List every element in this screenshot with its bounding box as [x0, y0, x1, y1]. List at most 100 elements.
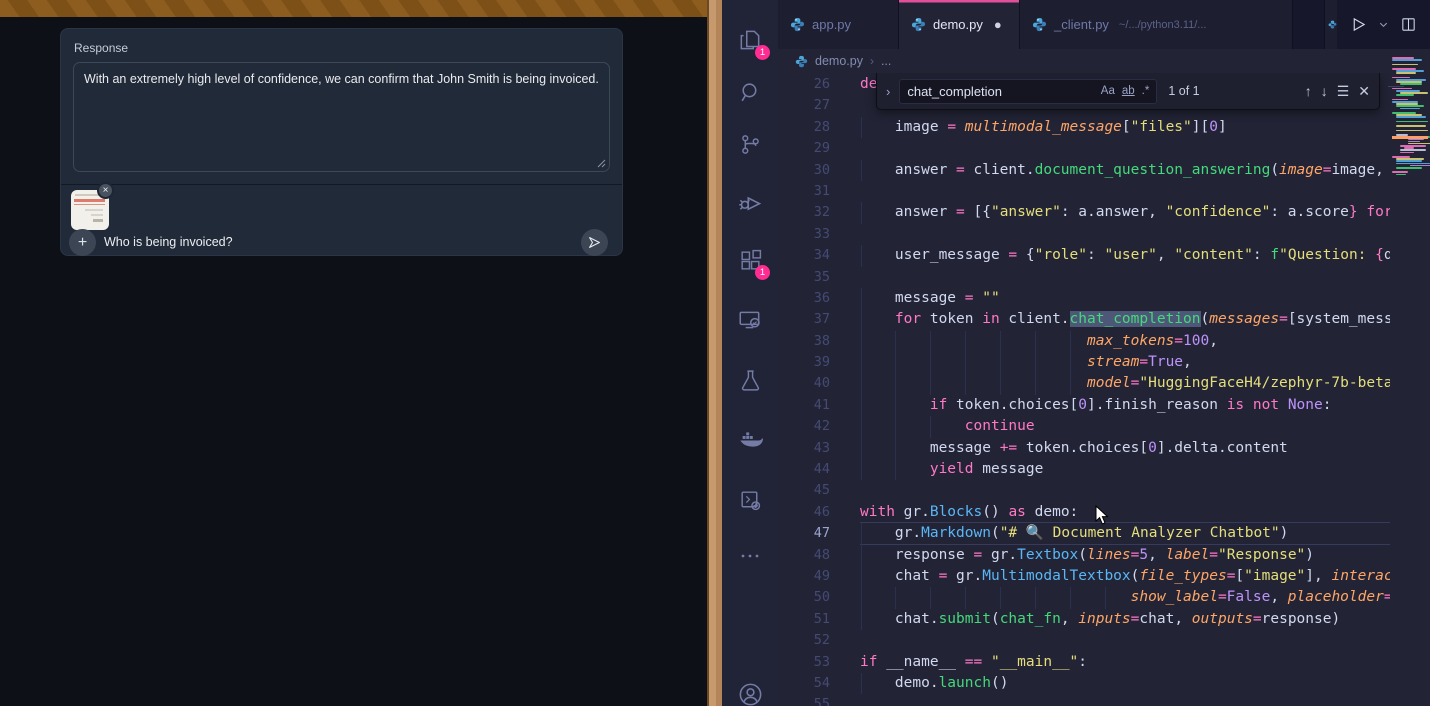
toggle-replace-chevron-icon[interactable]: ›	[886, 84, 890, 99]
code-line[interactable]: for token in client.chat_completion(mess…	[860, 309, 1390, 330]
more-views-icon[interactable]	[722, 530, 778, 582]
docker-icon[interactable]	[722, 414, 778, 466]
account-icon[interactable]	[722, 668, 778, 706]
code-line[interactable]: demo.launch()	[860, 673, 1390, 694]
line-number: 49	[778, 566, 860, 587]
resize-handle-icon[interactable]	[597, 159, 606, 168]
multimodal-input-row: × + Who is being invoiced?	[61, 185, 622, 261]
line-number: 41	[778, 395, 860, 416]
line-number: 36	[778, 288, 860, 309]
code-line[interactable]: user_message = {"role": "user", "content…	[860, 245, 1390, 266]
breadcrumb-file[interactable]: demo.py	[815, 54, 863, 68]
line-number: 31	[778, 181, 860, 202]
run-button[interactable]	[1350, 16, 1367, 33]
code-line[interactable]: max_tokens=100,	[860, 331, 1390, 352]
code-line[interactable]	[860, 630, 1390, 651]
response-textarea[interactable]: With an extremely high level of confiden…	[73, 62, 610, 172]
python-file-icon	[795, 55, 808, 68]
line-number: 46	[778, 502, 860, 523]
line-number: 40	[778, 373, 860, 394]
code-line[interactable]	[860, 694, 1390, 706]
code-line[interactable]: image = multimodal_message["files"][0]	[860, 117, 1390, 138]
breadcrumb-symbol[interactable]: ...	[881, 54, 891, 68]
code-line[interactable]: message = ""	[860, 288, 1390, 309]
line-number: 43	[778, 438, 860, 459]
line-number: 39	[778, 352, 860, 373]
send-button[interactable]	[581, 229, 608, 256]
extensions-icon[interactable]: 1	[722, 234, 778, 286]
line-number: 45	[778, 480, 860, 501]
testing-icon[interactable]	[722, 354, 778, 406]
code-line[interactable]: chat = gr.MultimodalTextbox(file_types=[…	[860, 566, 1390, 587]
tab-demo-py[interactable]: demo.py ●	[899, 0, 1020, 49]
close-icon: ×	[103, 185, 109, 196]
line-number: 28	[778, 117, 860, 138]
minimap-match-marker	[1392, 136, 1428, 139]
tab-overflow-sliver[interactable]	[1324, 0, 1337, 49]
code-line[interactable]: response = gr.Textbox(lines=5, label="Re…	[860, 545, 1390, 566]
dirty-indicator[interactable]: ●	[994, 17, 1002, 32]
code-line[interactable]	[860, 267, 1390, 288]
explorer-badge: 1	[755, 45, 770, 60]
breadcrumb[interactable]: demo.py › ...	[778, 49, 1430, 73]
response-text: With an extremely high level of confiden…	[84, 72, 599, 86]
minimap[interactable]	[1392, 57, 1430, 187]
find-input[interactable]: chat_completion Aa ab .*	[899, 79, 1157, 104]
split-editor-button[interactable]	[1400, 16, 1417, 33]
code-editor[interactable]: 2627282930313233343536373839404142434445…	[778, 73, 1430, 706]
code-area[interactable]: def chat_fn(multimodal_message): image =…	[860, 74, 1390, 706]
code-line[interactable]	[860, 480, 1390, 501]
search-icon[interactable]	[722, 66, 778, 118]
match-case-toggle[interactable]: Aa	[1101, 85, 1115, 97]
remote-explorer-icon[interactable]	[722, 294, 778, 346]
code-line[interactable]: model="HuggingFaceH4/zephyr-7b-beta"):	[860, 373, 1390, 394]
line-number: 30	[778, 160, 860, 181]
tab-description: ~/.../python3.11/...	[1119, 19, 1207, 31]
find-query[interactable]: chat_completion	[907, 84, 1093, 99]
tab-label: app.py	[812, 17, 851, 32]
find-in-selection-button[interactable]: ☰	[1337, 83, 1350, 100]
editor-group: app.py demo.py ● _client.py ~/.../python…	[778, 0, 1430, 706]
code-line[interactable]	[860, 181, 1390, 202]
python-file-icon	[911, 17, 926, 32]
regex-toggle[interactable]: .*	[1142, 85, 1150, 97]
line-number: 26	[778, 74, 860, 95]
explorer-icon[interactable]: 1	[722, 14, 778, 66]
code-line[interactable]	[860, 138, 1390, 159]
attach-file-button[interactable]: +	[69, 229, 96, 256]
line-number: 33	[778, 224, 860, 245]
next-match-button[interactable]: ↓	[1321, 83, 1328, 99]
run-debug-icon[interactable]	[722, 176, 778, 228]
tab-app-py[interactable]: app.py	[778, 0, 899, 49]
line-number: 47	[778, 523, 860, 544]
chat-input[interactable]: Who is being invoiced?	[104, 235, 233, 249]
screen: Response With an extremely high level of…	[0, 0, 1430, 706]
code-line[interactable]: if token.choices[0].finish_reason is not…	[860, 395, 1390, 416]
vscode-window: 1	[722, 0, 1430, 706]
line-number: 34	[778, 245, 860, 266]
code-line[interactable]: stream=True,	[860, 352, 1390, 373]
code-line[interactable]: answer = [{"answer": a.answer, "confiden…	[860, 202, 1390, 223]
code-line[interactable]: show_label=False, placeholder=""	[860, 587, 1390, 608]
code-line[interactable]: chat.submit(chat_fn, inputs=chat, output…	[860, 609, 1390, 630]
code-line[interactable]: message += token.choices[0].delta.conten…	[860, 438, 1390, 459]
close-find-button[interactable]: ✕	[1358, 83, 1370, 100]
code-line[interactable]: gr.Markdown("# 🔍 Document Analyzer Chatb…	[860, 523, 1390, 544]
dev-container-icon[interactable]	[722, 474, 778, 526]
extensions-badge: 1	[755, 265, 770, 280]
code-line[interactable]: yield message	[860, 459, 1390, 480]
code-line[interactable]: if __name__ == "__main__":	[860, 652, 1390, 673]
source-control-icon[interactable]	[722, 118, 778, 170]
run-dropdown-chevron-icon[interactable]	[1378, 19, 1389, 30]
previous-match-button[interactable]: ↑	[1305, 83, 1312, 99]
code-line[interactable]: continue	[860, 416, 1390, 437]
tab-client-py[interactable]: _client.py ~/.../python3.11/...	[1020, 0, 1293, 49]
desktop-wallpaper-strip	[707, 0, 722, 706]
remove-image-button[interactable]: ×	[97, 182, 114, 199]
code-line[interactable]: with gr.Blocks() as demo:	[860, 502, 1390, 523]
code-line[interactable]	[860, 224, 1390, 245]
code-line[interactable]: answer = client.document_question_answer…	[860, 160, 1390, 181]
line-number: 42	[778, 416, 860, 437]
whole-word-toggle[interactable]: ab	[1122, 85, 1135, 97]
line-number: 29	[778, 138, 860, 159]
